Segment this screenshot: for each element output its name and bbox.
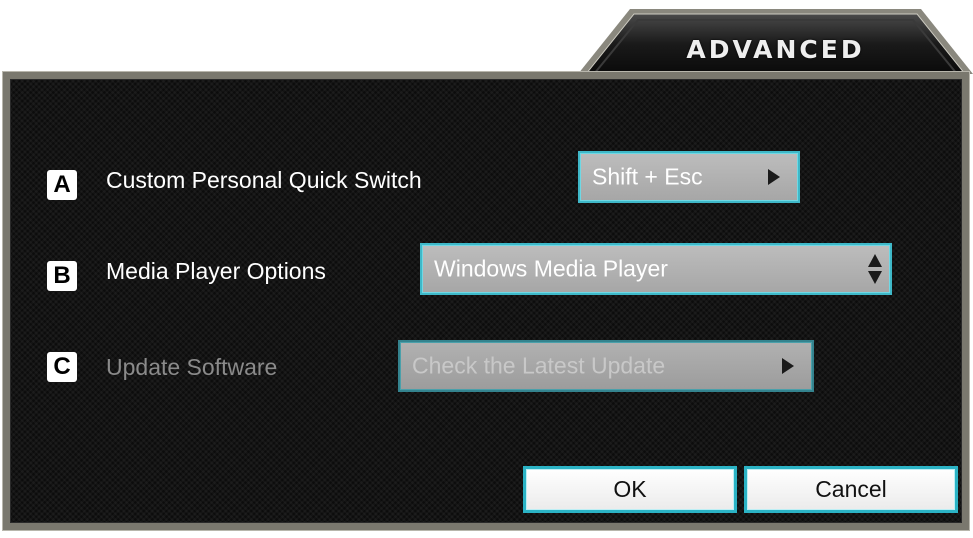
badge-c: C [47,352,77,382]
up-down-spinner-icon [868,252,882,286]
advanced-settings-dialog: ADVANCED A Custom Personal Quick Switch … [0,0,973,538]
settings-panel [3,72,969,530]
quick-switch-value: Shift + Esc [592,163,703,190]
tab-label: ADVANCED [686,35,865,64]
play-arrow-icon [782,358,794,374]
quick-switch-button[interactable]: Shift + Esc [578,151,800,203]
cancel-button[interactable]: Cancel [744,466,958,513]
play-arrow-icon [768,169,780,185]
update-software-label: Update Software [106,354,278,380]
badge-a: A [47,170,77,200]
badge-b: B [47,261,77,291]
media-player-value: Windows Media Player [434,255,668,282]
advanced-tab[interactable]: ADVANCED [578,6,973,74]
quick-switch-label: Custom Personal Quick Switch [106,167,422,193]
check-update-value: Check the Latest Update [412,352,666,379]
ok-button[interactable]: OK [523,466,737,513]
media-player-select[interactable]: Windows Media Player [420,243,892,295]
media-player-label: Media Player Options [106,258,326,284]
check-update-button[interactable]: Check the Latest Update [398,340,814,392]
